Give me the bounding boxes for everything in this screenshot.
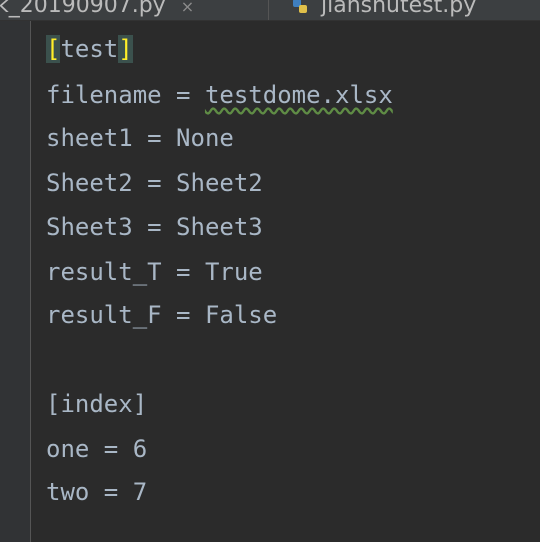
section-name: test xyxy=(60,35,119,63)
editor-tab-bar: k_20190907.py × jianshutest.py xyxy=(0,0,540,21)
python-file-icon xyxy=(293,0,307,13)
tab-label: k_20190907.py xyxy=(0,0,166,18)
tab-file-1[interactable]: k_20190907.py × xyxy=(0,0,194,20)
ide-window: k_20190907.py × jianshutest.py [test] fi… xyxy=(0,0,540,542)
code-line-sheet3: Sheet3 = Sheet3 xyxy=(46,213,263,241)
code-line-section-index: [index] xyxy=(46,390,148,418)
section-open-bracket: [ xyxy=(46,35,61,63)
config-key: filename xyxy=(46,81,162,109)
code-line-sheet1: sheet1 = None xyxy=(46,124,234,152)
code-line-one: one = 6 xyxy=(46,435,148,463)
code-line-sheet2: Sheet2 = Sheet2 xyxy=(46,169,263,197)
section-close-bracket: ] xyxy=(118,35,133,63)
code-line-filename: filename = testdome.xlsx xyxy=(46,80,393,110)
tab-label: jianshutest.py xyxy=(321,0,477,18)
config-value-spellcheck: testdome.xlsx xyxy=(204,81,393,109)
config-equals: = xyxy=(161,81,205,109)
line-gutter xyxy=(0,21,31,542)
code-line-two: two = 7 xyxy=(46,478,148,506)
tab-file-2[interactable]: jianshutest.py xyxy=(292,0,476,20)
close-icon[interactable]: × xyxy=(181,0,194,20)
code-line-result-t: result_T = True xyxy=(46,258,263,286)
code-line-section-test: [test] xyxy=(46,34,133,64)
tab-divider xyxy=(268,0,269,20)
code-line-result-f: result_F = False xyxy=(46,301,278,329)
code-editor[interactable]: [test] filename = testdome.xlsx sheet1 =… xyxy=(31,21,540,542)
